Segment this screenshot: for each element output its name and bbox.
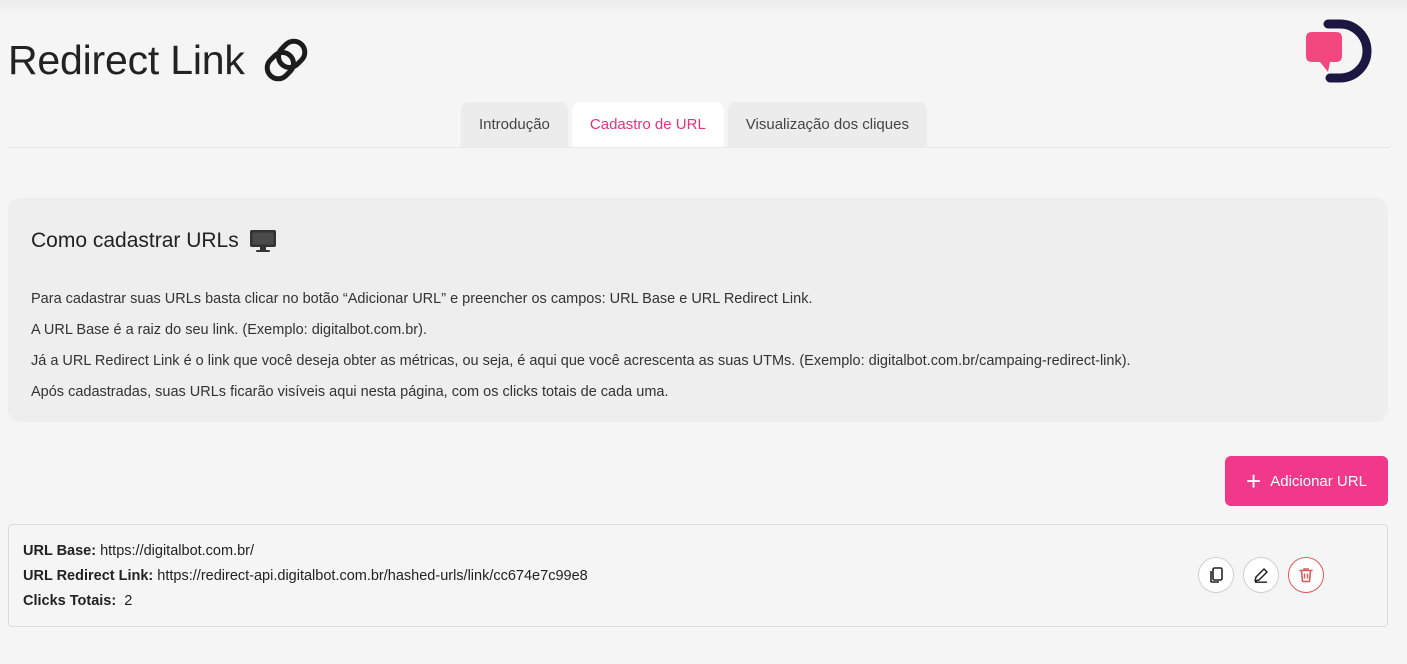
tab-divider xyxy=(8,147,1390,148)
plus-icon: + xyxy=(1246,466,1262,496)
pencil-icon xyxy=(1254,568,1268,583)
brand-logo xyxy=(1306,19,1372,83)
url-redirect-value: https://redirect-api.digitalbot.com.br/h… xyxy=(157,568,588,584)
clicks-value: 2 xyxy=(124,593,133,609)
instructions-text: Para cadastrar suas URLs basta clicar no… xyxy=(31,284,1365,408)
url-base-value: https://digitalbot.com.br/ xyxy=(100,543,255,559)
link-icon xyxy=(264,38,307,82)
instructions-title: Como cadastrar URLs xyxy=(31,229,239,252)
tab-introducao[interactable]: Introdução xyxy=(461,102,568,147)
tab-cadastro-de-url[interactable]: Cadastro de URL xyxy=(571,102,724,147)
instructions-card: Como cadastrar URLs Para cadastrar suas … xyxy=(8,198,1388,422)
delete-button[interactable] xyxy=(1288,557,1324,593)
clicks-row: Clicks Totais: 2 xyxy=(23,589,1373,614)
top-shade xyxy=(0,0,1407,14)
url-redirect-label: URL Redirect Link: xyxy=(23,568,154,584)
edit-button[interactable] xyxy=(1243,557,1279,593)
page-title: Redirect Link xyxy=(8,36,245,83)
tab-visualizacao-dos-cliques[interactable]: Visualização dos cliques xyxy=(727,102,927,147)
instruction-line: Após cadastradas, suas URLs ficarão visí… xyxy=(31,384,669,400)
add-url-button[interactable]: + Adicionar URL xyxy=(1225,456,1388,506)
instructions-heading: Como cadastrar URLs xyxy=(31,226,1365,256)
copy-icon xyxy=(1210,567,1223,583)
instruction-line: Já a URL Redirect Link é o link que você… xyxy=(31,353,1131,369)
url-base-row: URL Base: https://digitalbot.com.br/ xyxy=(23,539,1373,564)
instruction-line: Para cadastrar suas URLs basta clicar no… xyxy=(31,291,813,307)
add-url-label: Adicionar URL xyxy=(1270,472,1367,490)
trash-icon xyxy=(1299,568,1313,583)
url-base-label: URL Base: xyxy=(23,543,97,559)
copy-button[interactable] xyxy=(1198,557,1234,593)
page-header: Redirect Link xyxy=(8,30,313,90)
tab-bar: Introdução Cadastro de URL Visualização … xyxy=(461,102,927,147)
clicks-label: Clicks Totais: xyxy=(23,593,117,609)
instruction-line: A URL Base é a raiz do seu link. (Exempl… xyxy=(31,322,427,338)
url-redirect-row: URL Redirect Link: https://redirect-api.… xyxy=(23,564,1373,589)
url-actions xyxy=(1198,557,1324,593)
url-entry-card: URL Base: https://digitalbot.com.br/ URL… xyxy=(8,524,1388,627)
monitor-icon xyxy=(249,230,276,252)
